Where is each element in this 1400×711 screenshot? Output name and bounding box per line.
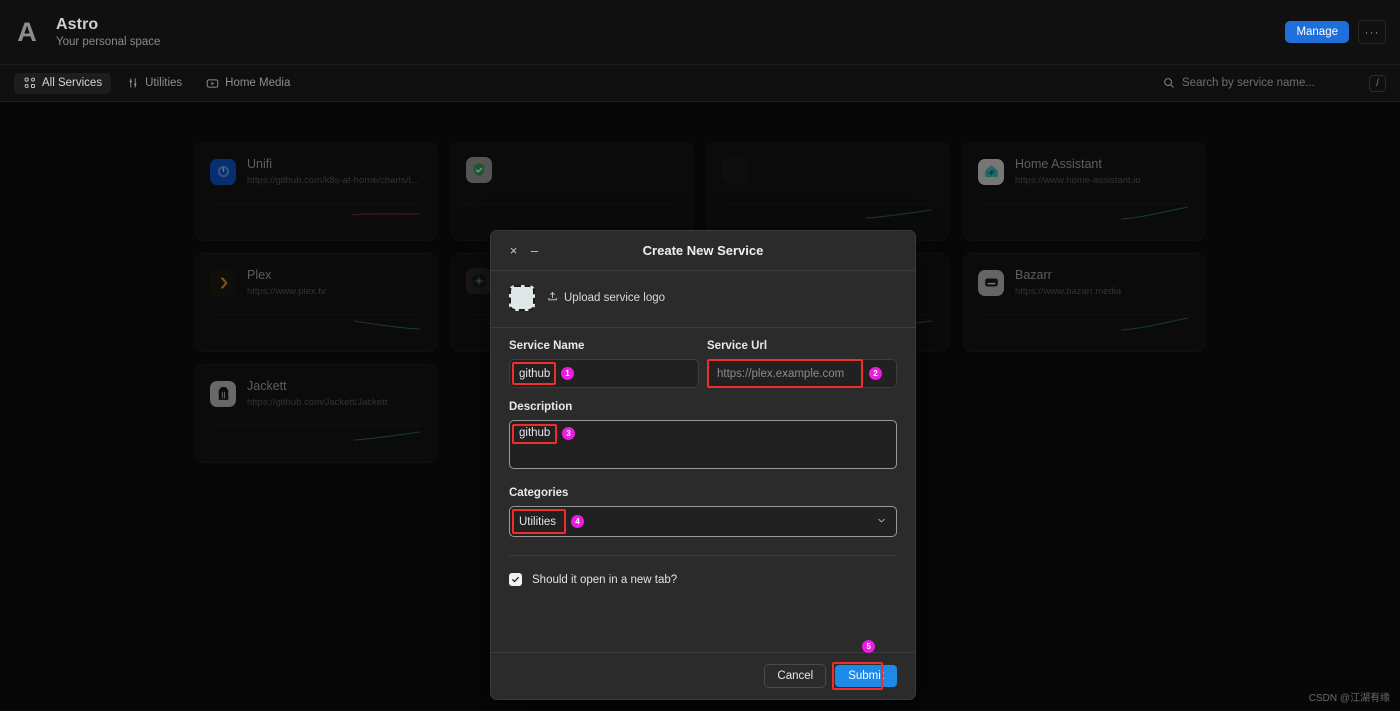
annotation-badge-3: 3 [562,427,575,440]
categories-selected-value: Utilities [519,516,556,528]
services-grid-area: Unifi https://github.com/k8s-at-home/cha… [0,102,1400,710]
open-new-tab-checkbox[interactable] [509,573,522,586]
categories-label: Categories [509,487,897,499]
search-icon [1162,77,1175,90]
brand: A Astro Your personal space [8,13,160,51]
description-label: Description [509,401,897,413]
grid-icon [23,77,36,90]
annotation-badge-1: 1 [561,367,574,380]
app-header: A Astro Your personal space Manage ··· [0,0,1400,64]
search-input[interactable] [1182,77,1342,89]
more-options-button[interactable]: ··· [1358,20,1386,44]
nav-tab-home-media[interactable]: Home Media [197,73,299,94]
service-name-field: Service Name 1 [509,340,699,388]
play-box-icon [206,77,219,90]
modal-title: Create New Service [491,243,915,258]
cancel-button[interactable]: Cancel [764,664,826,688]
annotation-badge-5: 5 [862,640,875,653]
app-subtitle: Your personal space [56,36,160,48]
search-container[interactable] [1162,77,1362,90]
sliders-icon [126,77,139,90]
annotation-badge-2: 2 [869,367,882,380]
nav-tab-utilities[interactable]: Utilities [117,73,191,94]
nav-tab-all-services[interactable]: All Services [14,73,111,94]
upload-service-logo-label: Upload service logo [564,292,665,304]
service-url-label: Service Url [707,340,897,352]
minimize-icon[interactable]: – [528,244,541,257]
categories-select[interactable]: Utilities [509,506,897,537]
new-tab-option-row: Should it open in a new tab? [491,556,915,586]
service-logo-dropzone[interactable] [509,285,535,311]
app-title: Astro [56,16,160,34]
service-url-field: Service Url 2 [707,340,897,388]
upload-service-logo-button[interactable]: Upload service logo [547,291,665,305]
astro-logo-icon: A [8,13,46,51]
create-service-modal: × – Create New Service Upload service lo… [490,230,916,700]
search-shortcut-key: / [1369,75,1386,92]
watermark: CSDN @江湖有缘 [1309,689,1390,704]
modal-footer: Cancel Submit 5 [491,652,915,699]
category-nav: All Services Utilities Home Media [0,64,1400,102]
modal-titlebar: × – Create New Service [491,231,915,271]
nav-tab-utilities-label: Utilities [145,77,182,89]
close-icon[interactable]: × [507,244,520,257]
annotation-badge-4: 4 [571,515,584,528]
categories-field: Categories Utilities 4 [509,487,897,537]
service-name-input[interactable] [509,359,699,388]
nav-tab-all-services-label: All Services [42,77,102,89]
logo-upload-row: Upload service logo [491,271,915,328]
upload-icon [547,291,558,305]
manage-button[interactable]: Manage [1285,21,1349,43]
service-name-label: Service Name [509,340,699,352]
nav-tab-home-media-label: Home Media [225,77,290,89]
description-field: Description 3 [509,401,897,474]
submit-button[interactable]: Submit [835,665,897,687]
open-new-tab-label: Should it open in a new tab? [532,574,677,586]
